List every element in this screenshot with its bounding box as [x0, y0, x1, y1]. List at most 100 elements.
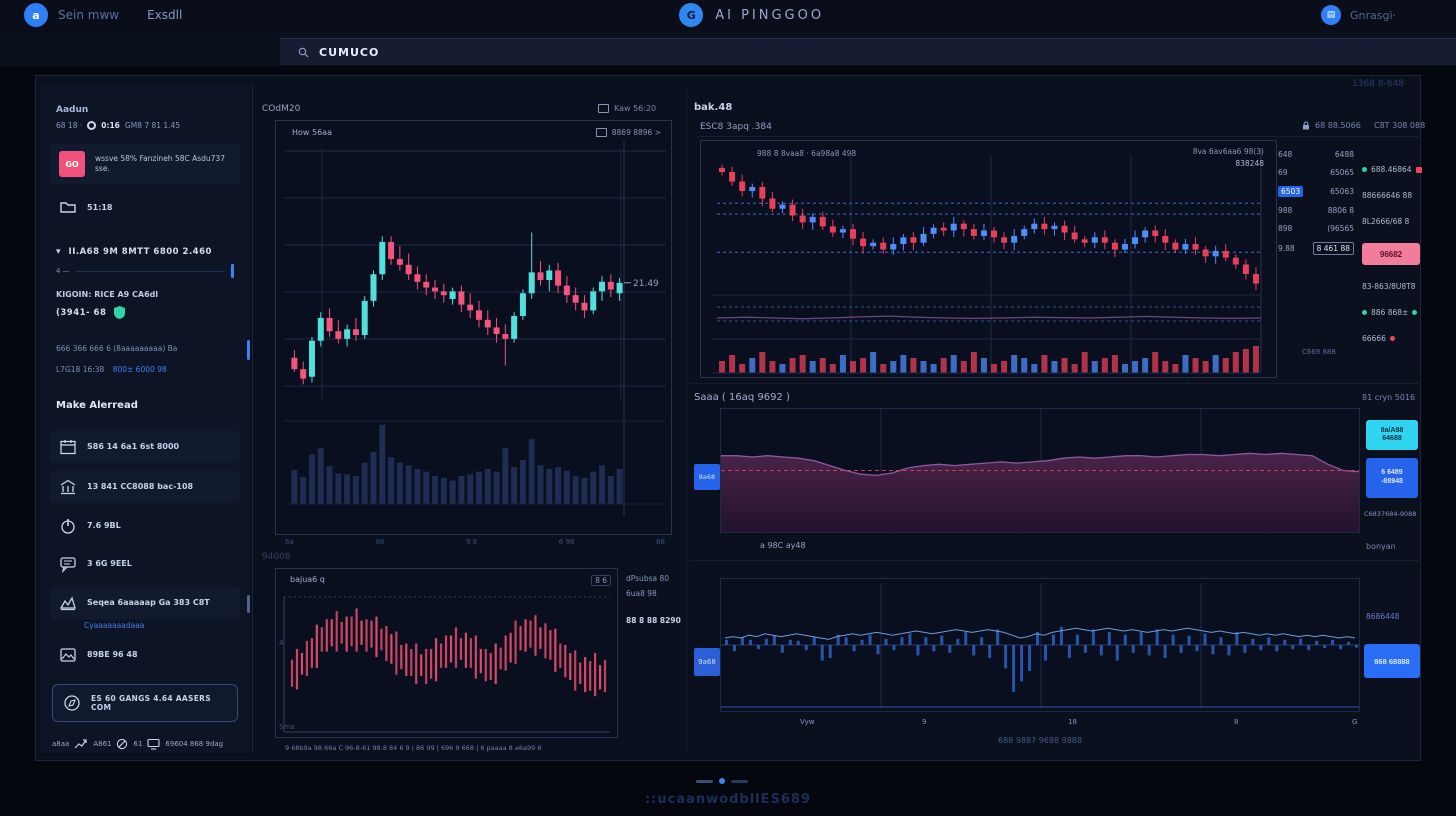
area-side-note: C6837684-9088	[1364, 510, 1416, 518]
promo-badge-icon: GO	[59, 151, 85, 177]
folder-icon	[59, 198, 77, 216]
order-row-7: 66666	[1362, 334, 1424, 343]
bars-x-tick: 18	[1068, 718, 1077, 726]
right-chart-top-right-1: 8va 6av6aa6 98(3)	[1193, 147, 1264, 156]
sidebar: Aadun 68 18 · 0:16 GM8 7 81 1.45 GO wssv…	[40, 85, 250, 753]
panel1-header-right[interactable]: Kaw 56:20	[598, 104, 656, 113]
osc-side-label-3: 88 8 88 8290	[626, 616, 681, 625]
candlestick-chart[interactable]: 21.49	[276, 121, 671, 534]
panelA-sub-right: 68 88.5066	[1302, 121, 1361, 130]
sidebar-item-analytics[interactable]: Seqea 6aaaaap Ga 383 C8T	[50, 587, 240, 619]
promo-card[interactable]: GO wssve 58% Fanzineh 58C Asdu737 sse.	[50, 144, 240, 184]
panelA-sub-left: ESC8 3apq .384	[700, 122, 772, 132]
right-candlestick-chart[interactable]	[701, 141, 1276, 377]
sidebar-divider	[252, 85, 253, 753]
scale-row: 898 (96565	[1278, 224, 1354, 233]
link-blue[interactable]: 800± 6000 98	[113, 365, 167, 374]
sidebar-paragraph: 666 366 666 6 (8aaaaaaaaa) Ba	[56, 344, 234, 355]
app-logo-icon[interactable]: a	[24, 3, 48, 27]
bars-chart-card	[720, 578, 1360, 712]
topbar: a Sein mww Exsdll G AI PINGGOO ▤ Gnrasgi…	[0, 0, 1456, 30]
camera-icon	[596, 128, 607, 137]
bars-x-tick: Vyw	[800, 718, 814, 726]
slider-thumb[interactable]	[231, 264, 234, 278]
area-blue-button[interactable]: 6 6489 -88948	[1366, 458, 1418, 498]
slash-circle-icon[interactable]	[116, 738, 128, 750]
panelA-sub-right-label: 68 88.5066	[1315, 121, 1361, 130]
order-label: 886 868±	[1371, 308, 1408, 317]
sell-button[interactable]: 96682	[1362, 243, 1420, 265]
panelA-divider	[694, 136, 1421, 137]
order-label: 83-863/8U8T8	[1362, 282, 1415, 291]
compass-icon	[63, 694, 81, 712]
page-dash[interactable]	[696, 780, 713, 783]
meta-right: GM8 7 81 1.45	[125, 121, 180, 130]
mini-slider-row[interactable]: 4 —	[56, 264, 234, 278]
footer-item: a8aa	[52, 740, 69, 748]
area-left-badge[interactable]: 8a68	[694, 464, 720, 490]
scale-label: 65065	[1330, 168, 1354, 177]
account-label[interactable]: Gnrasgi·	[1350, 9, 1396, 22]
sidebar-scrollbar-gray[interactable]	[247, 595, 250, 613]
scale-tick: 69	[1278, 168, 1288, 177]
shield-icon	[113, 305, 126, 320]
x-tick: 9 8	[466, 538, 477, 546]
scale-tick-highlight: 6503	[1278, 186, 1303, 197]
sidebar-item-power[interactable]: 7.6 9BL	[50, 511, 240, 541]
svg-text:21.49: 21.49	[633, 279, 659, 289]
item-label: 3 6G 9EEL	[87, 559, 132, 568]
account-icon[interactable]: ▤	[1321, 5, 1341, 25]
osc-label: bajua6 q	[290, 575, 325, 584]
search-icon	[298, 47, 309, 58]
area-chart[interactable]	[721, 409, 1359, 532]
bars-x-tick: 9	[922, 718, 926, 726]
lock-icon	[1302, 121, 1310, 130]
main-chart-card: How 56aa 8869 8896 > 21.49	[275, 120, 672, 535]
page-dot-active[interactable]	[719, 778, 725, 784]
sidebar-item-schedule[interactable]: S86 14 6a1 6st 8000	[50, 431, 240, 463]
symbol-dropdown[interactable]: ▾ II.A68 9M 8MTT 6800 2.460	[50, 244, 240, 260]
bars-x-tick: G	[1352, 718, 1357, 726]
panelB-top-divider	[690, 383, 1421, 384]
panel2-title: 94008	[262, 552, 291, 562]
scale-tick: 898	[1278, 224, 1292, 233]
sidebar-scrollbar-blue[interactable]	[247, 340, 250, 360]
trend-arrow-icon[interactable]	[74, 738, 88, 750]
sidebar-item-chat[interactable]: 3 6G 9EEL	[50, 549, 240, 579]
item-sublink[interactable]: Cyaaaaaaadaaa	[84, 621, 234, 630]
brand-primary[interactable]: Sein mww	[58, 8, 119, 22]
power-icon	[59, 517, 77, 535]
order-row-2: 88666646 88	[1362, 191, 1424, 200]
oscillator-card: bajua6 q 8 6 4 Sma	[275, 568, 618, 738]
bars-blue-button[interactable]: 868 68888	[1364, 644, 1420, 678]
x-tick: 6a	[285, 538, 294, 546]
bars-left-badge[interactable]: 9a68	[694, 648, 720, 676]
brand-secondary[interactable]: Exsdll	[147, 8, 182, 22]
main-chart-toolbar-label: 8869 8896 >	[612, 128, 661, 137]
panelB-title: Saaa ( 16aq 9692 )	[694, 392, 790, 403]
oscillator-chart[interactable]	[276, 569, 617, 737]
osc-corner-chip[interactable]: 8 6	[591, 575, 611, 586]
folder-item[interactable]: 51:18	[50, 192, 240, 222]
area-cyan-button[interactable]: 8a/A88 64688	[1366, 420, 1418, 450]
monitor-icon[interactable]	[147, 738, 160, 750]
main-chart-toolbar[interactable]: 8869 8896 >	[596, 128, 661, 137]
page-dash[interactable]	[731, 780, 748, 783]
bars-side-text: 8686448	[1366, 612, 1420, 622]
sidebar-item-bank[interactable]: 13 841 CC8088 bac-108	[50, 471, 240, 503]
chat-icon	[59, 555, 77, 573]
area-side-note-2: bonyan	[1366, 542, 1396, 551]
search-input[interactable]: CUMUCO	[280, 38, 1456, 65]
link-plain: L7G18 16:38	[56, 365, 104, 374]
green-dot-icon	[1362, 310, 1367, 315]
bars-chart[interactable]	[721, 579, 1359, 711]
item-label: S86 14 6a1 6st 8000	[87, 442, 179, 451]
order-label: 66666	[1362, 334, 1386, 343]
section-title: Make Alerread	[56, 400, 234, 411]
search-query: CUMUCO	[319, 46, 379, 59]
sidebar-cta[interactable]: ES 60 GANGS 4.64 AASERS COM	[52, 684, 238, 722]
red-dot-icon	[1390, 336, 1395, 341]
scale-label: 8806 8	[1328, 206, 1354, 215]
slider-track	[76, 271, 225, 272]
sidebar-item-image[interactable]: 89BE 96 48	[50, 640, 240, 670]
